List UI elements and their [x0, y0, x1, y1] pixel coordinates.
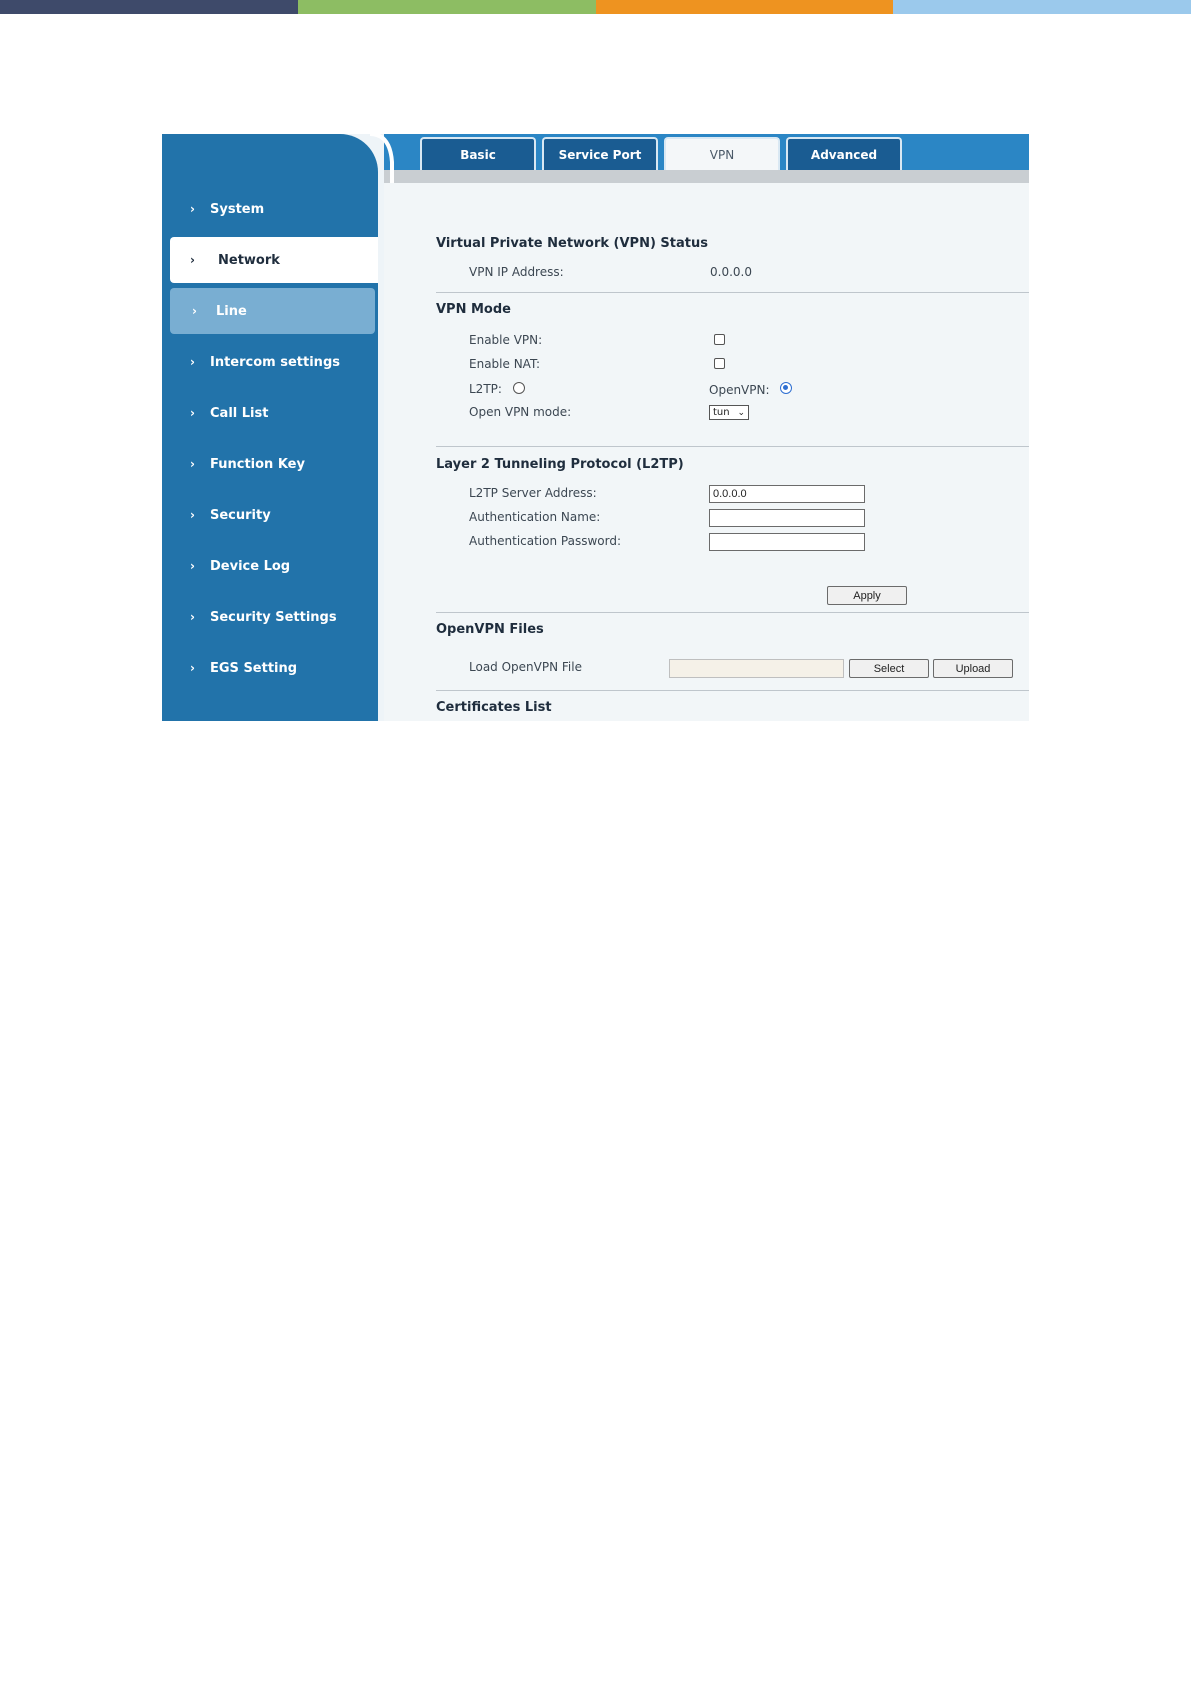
auth-password-input[interactable]	[709, 533, 865, 551]
chevron-down-icon: ⌄	[737, 407, 745, 418]
l2tp-heading: Layer 2 Tunneling Protocol (L2TP)	[436, 457, 684, 472]
divider	[436, 612, 1029, 613]
chevron-right-icon: ›	[190, 253, 195, 267]
auth-name-input[interactable]	[709, 509, 865, 527]
divider	[436, 446, 1029, 447]
vpn-settings-panel: Virtual Private Network (VPN) Status VPN…	[384, 183, 1029, 721]
l2tp-server-label: L2TP Server Address:	[469, 486, 597, 500]
chevron-right-icon: ›	[190, 355, 195, 369]
chevron-right-icon: ›	[190, 610, 195, 624]
tab-advanced[interactable]: Advanced	[786, 137, 902, 170]
openvpn-mode-select[interactable]: tun ⌄	[709, 405, 749, 420]
openvpn-mode-value: tun	[713, 407, 730, 418]
openvpn-radio[interactable]	[780, 382, 792, 394]
l2tp-radio[interactable]	[513, 382, 525, 394]
sidebar-item-intercom-settings[interactable]: › Intercom settings	[162, 339, 378, 385]
stripe-segment	[893, 0, 1191, 14]
sidebar-item-label: Intercom settings	[210, 354, 340, 370]
load-openvpn-file-label: Load OpenVPN File	[469, 660, 582, 674]
select-file-button[interactable]: Select	[849, 659, 929, 678]
certificates-list-heading: Certificates List	[436, 700, 552, 715]
openvpn-radio-label: OpenVPN:	[709, 383, 770, 397]
sidebar-item-label: Function Key	[210, 456, 305, 472]
sidebar-item-function-key[interactable]: › Function Key	[162, 441, 378, 487]
auth-password-label: Authentication Password:	[469, 534, 621, 548]
upload-file-button[interactable]: Upload	[933, 659, 1013, 678]
sidebar-item-system[interactable]: › System	[162, 186, 378, 232]
sidebar-item-line[interactable]: › Line	[170, 288, 375, 334]
divider	[436, 690, 1029, 691]
enable-vpn-checkbox[interactable]	[714, 334, 725, 345]
apply-button[interactable]: Apply	[827, 586, 907, 605]
stripe-segment	[0, 0, 298, 14]
vpn-ip-value: 0.0.0.0	[710, 265, 752, 279]
openvpn-file-path-field[interactable]	[669, 659, 844, 678]
sidebar-item-label: Call List	[210, 405, 269, 421]
l2tp-radio-label: L2TP:	[469, 382, 502, 396]
sidebar-item-network[interactable]: › Network	[170, 237, 378, 283]
vpn-status-heading: Virtual Private Network (VPN) Status	[436, 236, 708, 251]
vpn-ip-label: VPN IP Address:	[469, 265, 564, 279]
auth-name-label: Authentication Name:	[469, 510, 601, 524]
chevron-right-icon: ›	[190, 457, 195, 471]
sidebar-item-label: Line	[216, 303, 247, 319]
tab-bar-underline	[384, 170, 1029, 183]
sidebar-item-label: EGS Setting	[210, 660, 298, 676]
sidebar-item-label: System	[210, 201, 265, 217]
chevron-right-icon: ›	[190, 559, 195, 573]
enable-nat-checkbox[interactable]	[714, 358, 725, 369]
chevron-right-icon: ›	[190, 202, 195, 216]
divider	[436, 292, 1029, 293]
tab-service-port[interactable]: Service Port	[542, 137, 658, 170]
stripe-segment	[595, 0, 894, 14]
sidebar-item-call-list[interactable]: › Call List	[162, 390, 378, 436]
header-color-stripe	[0, 0, 1191, 14]
sidebar-item-label: Device Log	[210, 558, 291, 574]
sidebar-item-device-log[interactable]: › Device Log	[162, 543, 378, 589]
stripe-segment	[297, 0, 596, 14]
web-admin-screenshot: › System › Network › Line › Intercom set…	[162, 134, 1029, 721]
chevron-right-icon: ›	[190, 508, 195, 522]
sidebar-item-label: Network	[218, 252, 280, 268]
sidebar-item-label: Security	[210, 507, 271, 523]
tab-basic[interactable]: Basic	[420, 137, 536, 170]
sidebar: › System › Network › Line › Intercom set…	[162, 134, 378, 721]
chevron-right-icon: ›	[190, 661, 195, 675]
sidebar-item-egs-setting[interactable]: › EGS Setting	[162, 645, 378, 691]
chevron-right-icon: ›	[190, 406, 195, 420]
vpn-mode-heading: VPN Mode	[436, 302, 511, 317]
enable-nat-label: Enable NAT:	[469, 357, 540, 371]
openvpn-mode-label: Open VPN mode:	[469, 405, 572, 419]
tab-vpn[interactable]: VPN	[664, 137, 780, 170]
enable-vpn-label: Enable VPN:	[469, 333, 543, 347]
openvpn-files-heading: OpenVPN Files	[436, 622, 544, 637]
sidebar-item-security-settings[interactable]: › Security Settings	[162, 594, 378, 640]
l2tp-server-input[interactable]	[709, 485, 865, 503]
sidebar-item-label: Security Settings	[210, 609, 337, 625]
chevron-right-icon: ›	[192, 304, 197, 318]
sidebar-item-security[interactable]: › Security	[162, 492, 378, 538]
